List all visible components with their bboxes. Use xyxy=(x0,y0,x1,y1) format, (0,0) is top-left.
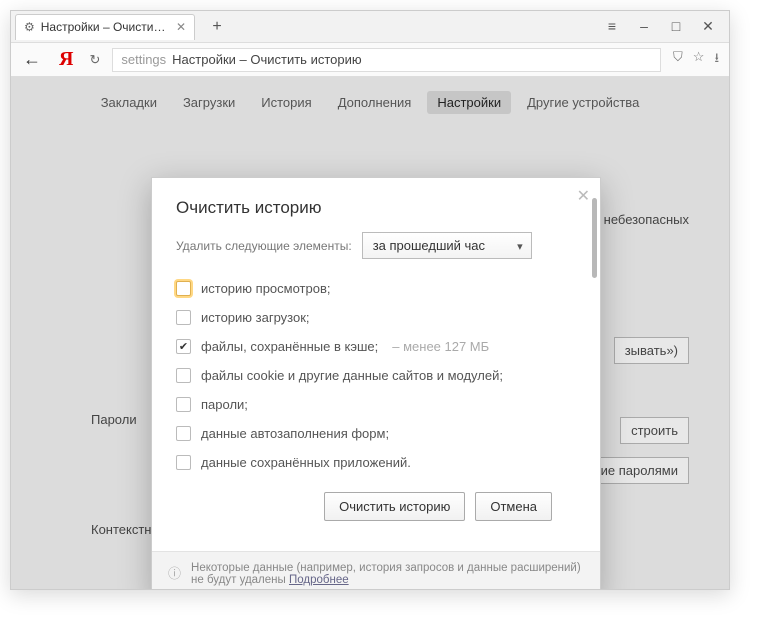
nav-devices[interactable]: Другие устройства xyxy=(517,91,649,114)
gear-icon: ⚙ xyxy=(24,20,35,34)
checkbox[interactable] xyxy=(176,368,191,383)
tab-strip: ⚙ Настройки – Очистить и ✕ + ≡ – □ ✕ xyxy=(11,11,729,43)
tab-title: Настройки – Очистить и xyxy=(41,20,170,34)
nav-bookmarks[interactable]: Закладки xyxy=(91,91,167,114)
checkbox[interactable] xyxy=(176,455,191,470)
close-window-icon[interactable]: ✕ xyxy=(697,18,719,35)
browser-window: ⚙ Настройки – Очистить и ✕ + ≡ – □ ✕ ← Я… xyxy=(10,10,730,590)
bookmark-star-icon[interactable]: ☆ xyxy=(693,49,705,71)
footer-text: Некоторые данные (например, история запр… xyxy=(191,562,581,586)
chevron-down-icon: ▾ xyxy=(517,240,523,253)
minimize-icon[interactable]: – xyxy=(633,18,655,35)
dialog-footer: ⓘ Некоторые данные (например, история за… xyxy=(152,551,600,589)
time-range-value: за прошедший час xyxy=(373,238,485,253)
bg-button-configure[interactable]: строить xyxy=(620,417,689,444)
bg-label-passwords: Пароли xyxy=(91,412,137,427)
cancel-button[interactable]: Отмена xyxy=(475,492,552,521)
checkbox[interactable] xyxy=(176,310,191,325)
browser-tab[interactable]: ⚙ Настройки – Очистить и ✕ xyxy=(15,14,195,40)
scrollbar-thumb[interactable] xyxy=(592,198,597,278)
settings-nav: Закладки Загрузки История Дополнения Нас… xyxy=(11,77,729,124)
nav-downloads[interactable]: Загрузки xyxy=(173,91,245,114)
dialog-title: Очистить историю xyxy=(176,198,576,218)
address-field[interactable]: settings Настройки – Очистить историю xyxy=(112,48,661,72)
option-browsing-history[interactable]: историю просмотров; xyxy=(176,281,576,296)
page-content: Закладки Загрузки История Дополнения Нас… xyxy=(11,77,729,589)
nav-extensions[interactable]: Дополнения xyxy=(328,91,422,114)
checkbox[interactable] xyxy=(176,397,191,412)
learn-more-link[interactable]: Подробнее xyxy=(289,574,349,586)
bg-button[interactable]: зывать») xyxy=(614,337,689,364)
toolbar-icons: ⛉ ☆ ⭳ xyxy=(669,49,723,71)
close-tab-icon[interactable]: ✕ xyxy=(176,20,186,34)
new-tab-button[interactable]: + xyxy=(205,15,229,39)
nav-history[interactable]: История xyxy=(251,91,321,114)
option-autofill[interactable]: данные автозаполнения форм; xyxy=(176,426,576,441)
download-icon[interactable]: ⭳ xyxy=(714,49,719,71)
checkbox[interactable] xyxy=(176,281,191,296)
option-cookies[interactable]: файлы cookie и другие данные сайтов и мо… xyxy=(176,368,576,383)
address-bar: ← Я ↻ settings Настройки – Очистить исто… xyxy=(11,43,729,77)
option-passwords[interactable]: пароли; xyxy=(176,397,576,412)
maximize-icon[interactable]: □ xyxy=(665,18,687,35)
window-controls: ≡ – □ ✕ xyxy=(601,18,725,35)
bg-label-context: Контекстн xyxy=(91,522,152,537)
option-apps-data[interactable]: данные сохранённых приложений. xyxy=(176,455,576,470)
back-button[interactable]: ← xyxy=(17,49,47,70)
clear-options-list: историю просмотров; историю загрузок; ✔ … xyxy=(176,281,576,470)
reload-icon[interactable]: ↻ xyxy=(85,52,104,68)
dialog-subtitle: Удалить следующие элементы: xyxy=(176,239,352,253)
nav-settings[interactable]: Настройки xyxy=(427,91,511,114)
url-prefix: settings xyxy=(121,52,166,67)
close-dialog-icon[interactable]: ✕ xyxy=(577,186,590,206)
bg-button-passwords[interactable]: ие паролями xyxy=(590,457,689,484)
shield-icon[interactable]: ⛉ xyxy=(673,49,683,71)
info-icon: ⓘ xyxy=(168,563,181,582)
checkbox-checked[interactable]: ✔ xyxy=(176,339,191,354)
yandex-logo-icon[interactable]: Я xyxy=(55,48,77,71)
option-cache[interactable]: ✔ файлы, сохранённые в кэше; – менее 127… xyxy=(176,339,576,354)
menu-icon[interactable]: ≡ xyxy=(601,18,623,35)
url-title: Настройки – Очистить историю xyxy=(172,52,361,67)
option-download-history[interactable]: историю загрузок; xyxy=(176,310,576,325)
clear-history-button[interactable]: Очистить историю xyxy=(324,492,465,521)
bg-text: на небезопасных xyxy=(586,212,689,227)
checkbox[interactable] xyxy=(176,426,191,441)
time-range-select[interactable]: за прошедший час ▾ xyxy=(362,232,532,259)
clear-history-dialog: ✕ Очистить историю Удалить следующие эле… xyxy=(151,177,601,589)
